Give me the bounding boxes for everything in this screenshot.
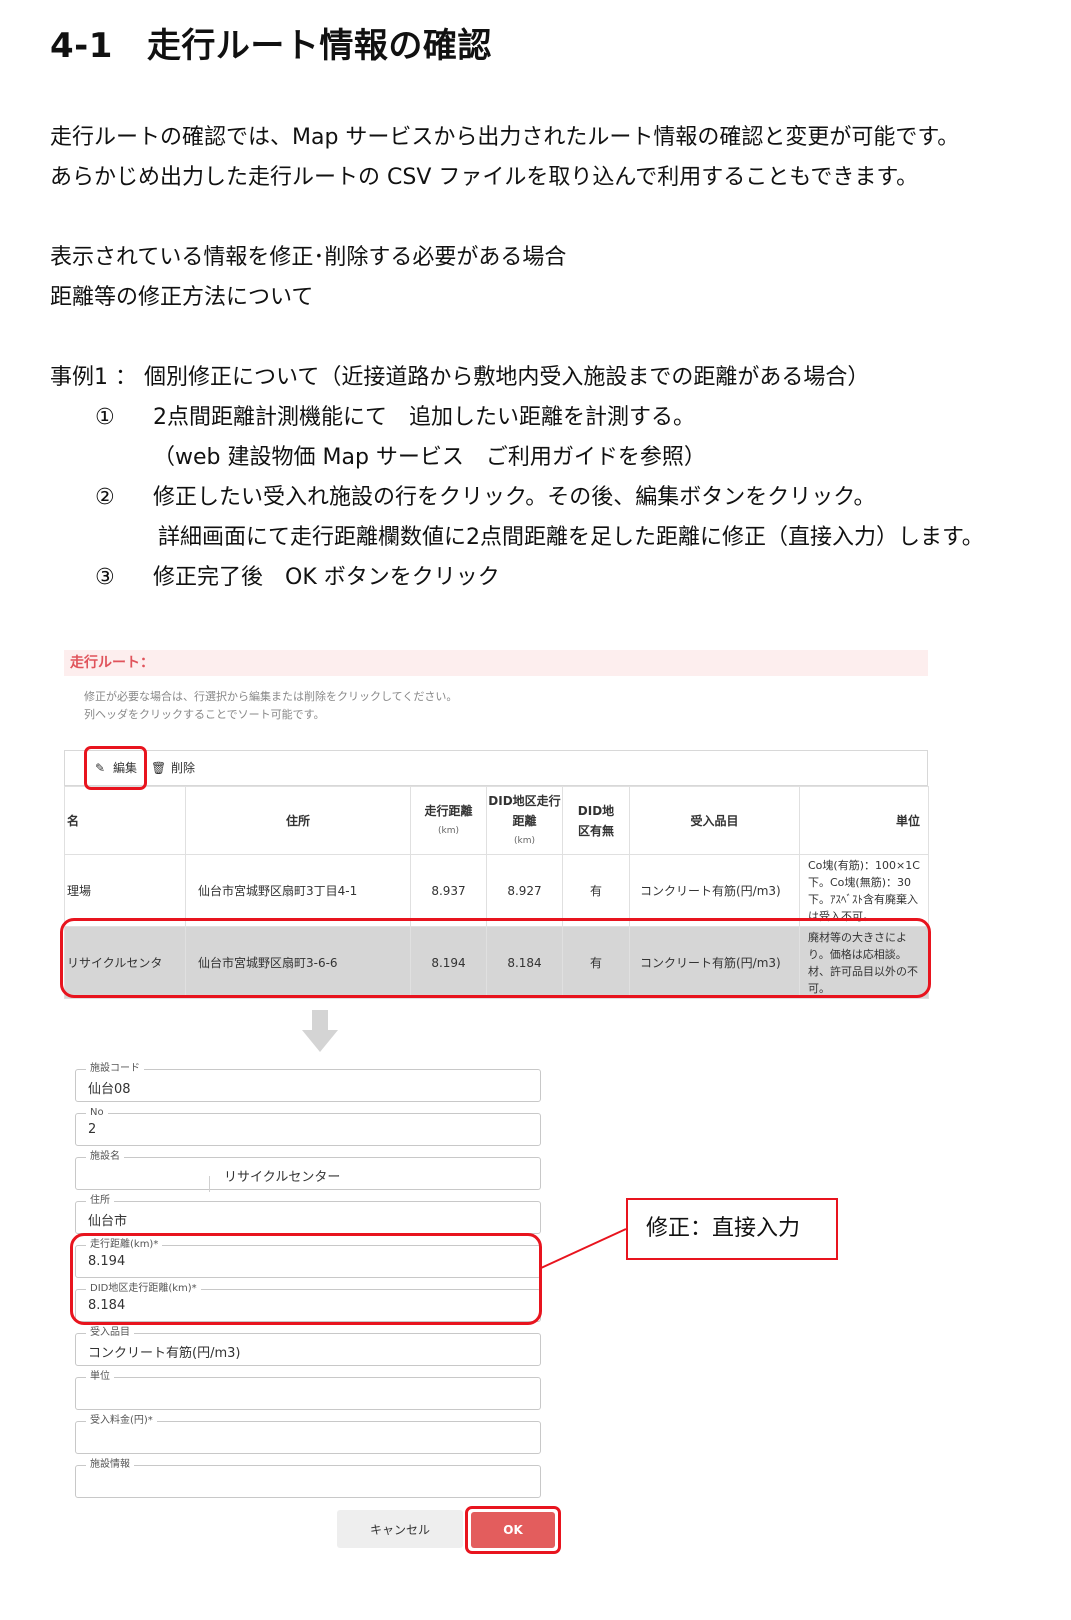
trash-icon: 🗑: [151, 761, 167, 775]
down-arrow-icon: [302, 1010, 338, 1052]
facility-name-label: 施設名: [86, 1150, 124, 1164]
distance-label: 走行距離(km)*: [86, 1238, 163, 1252]
cell-distance: 8.194: [410, 926, 487, 999]
address-field[interactable]: 住所 仙台市: [75, 1194, 541, 1234]
section-number: 4-1: [50, 26, 113, 66]
route-table: 名 住所 走行距離 (km) DID地区走行距離 (km) DID地区有無 受入品目…: [64, 786, 929, 999]
edit-button-label: 編集: [113, 761, 138, 775]
step-1-mark: ①: [95, 405, 115, 430]
step-2-mark: ②: [95, 485, 115, 510]
col-header-did-flag[interactable]: DID地区有無: [562, 786, 630, 855]
table-row[interactable]: 理場 仙台市宮城野区扇町3丁目4-1 8.937 8.927 有 コンクリート有…: [64, 854, 929, 927]
intro-line-2: あらかじめ出力した走行ルートの CSV ファイルを取り込んで利用することもできま…: [50, 165, 919, 190]
section-title: 走行ルート情報の確認: [146, 26, 492, 66]
facility-code-field[interactable]: 施設コード 仙台08: [75, 1062, 541, 1102]
unit-field[interactable]: 単位: [75, 1370, 541, 1410]
facility-code-value: 仙台08: [88, 1082, 131, 1097]
item-label: 受入品目: [86, 1326, 134, 1340]
col-header-distance-label: 走行距離: [424, 803, 473, 818]
table-header-row: 名 住所 走行距離 (km) DID地区走行距離 (km) DID地区有無 受入品目…: [64, 786, 929, 855]
step-1-note: （web 建設物価 Map サービス ご利用ガイドを参照）: [153, 445, 706, 470]
step-1: ① 2点間距離計測機能にて 追加したい距離を計測する。: [95, 398, 695, 438]
did-distance-label: DID地区走行距離(km)*: [86, 1282, 201, 1296]
col-header-distance[interactable]: 走行距離 (km): [410, 786, 487, 855]
delete-button[interactable]: 🗑 削除: [151, 751, 195, 785]
table-row-selected[interactable]: リサイクルセンタ 仙台市宮城野区扇町3-6-6 8.194 8.184 有 コン…: [64, 926, 929, 999]
step-2-detail: 詳細画面にて走行距離欄数値に2点間距離を足した距離に修正（直接入力）します。: [158, 525, 984, 550]
unit-label: 単位: [86, 1370, 114, 1384]
cell-did-flag: 有: [562, 854, 630, 927]
step-1-text: 2点間距離計測機能にて 追加したい距離を計測する。: [153, 405, 695, 430]
facility-name-divider: [209, 1176, 210, 1192]
address-value: 仙台市: [88, 1214, 128, 1229]
cell-distance: 8.937: [410, 854, 487, 927]
note-line-1: 表示されている情報を修正･削除する必要がある場合: [50, 245, 567, 270]
route-panel-note: 修正が必要な場合は、行選択から編集または削除をクリックしてください。 列ヘッダを…: [84, 688, 457, 724]
step-3-text: 修正完了後 OK ボタンをクリック: [153, 565, 500, 590]
callout-box: 修正：直接入力: [626, 1198, 838, 1260]
ok-button[interactable]: OK: [471, 1512, 555, 1548]
route-note-line-2: 列ヘッダをクリックすることでソート可能です。: [84, 708, 325, 721]
step-3-mark: ③: [95, 565, 115, 590]
cell-item: コンクリート有筋(円/m3): [629, 926, 800, 999]
intro-line-1: 走行ルートの確認では、Map サービスから出力されたルート情報の確認と変更が可能…: [50, 125, 960, 150]
example-title: 事例1 ： 個別修正について（近接道路から敷地内受入施設までの距離がある場合）: [50, 365, 870, 390]
no-field[interactable]: No 2: [75, 1106, 541, 1146]
cell-item: コンクリート有筋(円/m3): [629, 854, 800, 927]
cancel-button[interactable]: キャンセル: [337, 1510, 463, 1548]
facility-info-label: 施設情報: [86, 1458, 134, 1472]
col-header-distance-unit: (km): [437, 825, 459, 836]
note-line-2: 距離等の修正方法について: [50, 285, 314, 310]
cell-did-distance: 8.927: [486, 854, 563, 927]
route-note-line-1: 修正が必要な場合は、行選択から編集または削除をクリックしてください。: [84, 690, 458, 703]
cell-did-flag: 有: [562, 926, 630, 999]
cell-name: 理場: [64, 854, 186, 927]
did-distance-field[interactable]: DID地区走行距離(km)* 8.184: [75, 1282, 541, 1322]
col-header-address[interactable]: 住所: [185, 786, 411, 855]
cell-name: リサイクルセンタ: [64, 926, 186, 999]
no-label: No: [86, 1106, 108, 1120]
item-field[interactable]: 受入品目 コンクリート有筋(円/m3): [75, 1326, 541, 1366]
delete-button-label: 削除: [171, 761, 196, 775]
route-toolbar: ✎ 編集 🗑 削除: [64, 750, 928, 786]
cell-address: 仙台市宮城野区扇町3丁目4-1: [185, 854, 411, 927]
cell-did-distance: 8.184: [486, 926, 563, 999]
step-2: ② 修正したい受入れ施設の行をクリック。その後、編集ボタンをクリック。: [95, 478, 875, 518]
facility-code-label: 施設コード: [86, 1062, 144, 1076]
step-3: ③ 修正完了後 OK ボタンをクリック: [95, 558, 500, 598]
edit-button[interactable]: ✎ 編集: [93, 751, 137, 785]
facility-name-value: リサイクルセンター: [224, 1170, 341, 1185]
facility-name-field[interactable]: 施設名 リサイクルセンター: [75, 1150, 541, 1192]
col-header-did-distance[interactable]: DID地区走行距離 (km): [486, 786, 563, 855]
fee-label: 受入料金(円)*: [86, 1414, 157, 1428]
step-2-text: 修正したい受入れ施設の行をクリック。その後、編集ボタンをクリック。: [153, 485, 876, 510]
distance-value: 8.194: [88, 1254, 126, 1269]
col-header-did-distance-label: DID地区走行距離: [488, 793, 561, 828]
item-value: コンクリート有筋(円/m3): [88, 1346, 241, 1361]
col-header-name[interactable]: 名: [64, 786, 186, 855]
cell-unit: 廃材等の大きさによ り。価格は応相談。材、許可品目以外の不可。: [799, 926, 929, 999]
route-panel-title: 走行ルート：: [64, 650, 928, 676]
section-heading: 4-1 走行ルート情報の確認: [50, 18, 492, 67]
fee-field[interactable]: 受入料金(円)*: [75, 1414, 541, 1454]
no-value: 2: [88, 1122, 97, 1137]
did-distance-value: 8.184: [88, 1298, 126, 1313]
cell-address: 仙台市宮城野区扇町3-6-6: [185, 926, 411, 999]
col-header-unit[interactable]: 単位: [799, 786, 929, 855]
facility-info-field[interactable]: 施設情報: [75, 1458, 541, 1498]
address-label: 住所: [86, 1194, 114, 1208]
pencil-icon: ✎: [94, 761, 106, 775]
col-header-did-distance-unit: (km): [513, 835, 535, 846]
cell-unit: Co塊(有筋)：100×1C下。Co塊(無筋)：30下。ｱｽﾍﾞｽﾄ含有廃棄入は…: [799, 854, 929, 927]
distance-field[interactable]: 走行距離(km)* 8.194: [75, 1238, 541, 1278]
col-header-item[interactable]: 受入品目: [629, 786, 800, 855]
